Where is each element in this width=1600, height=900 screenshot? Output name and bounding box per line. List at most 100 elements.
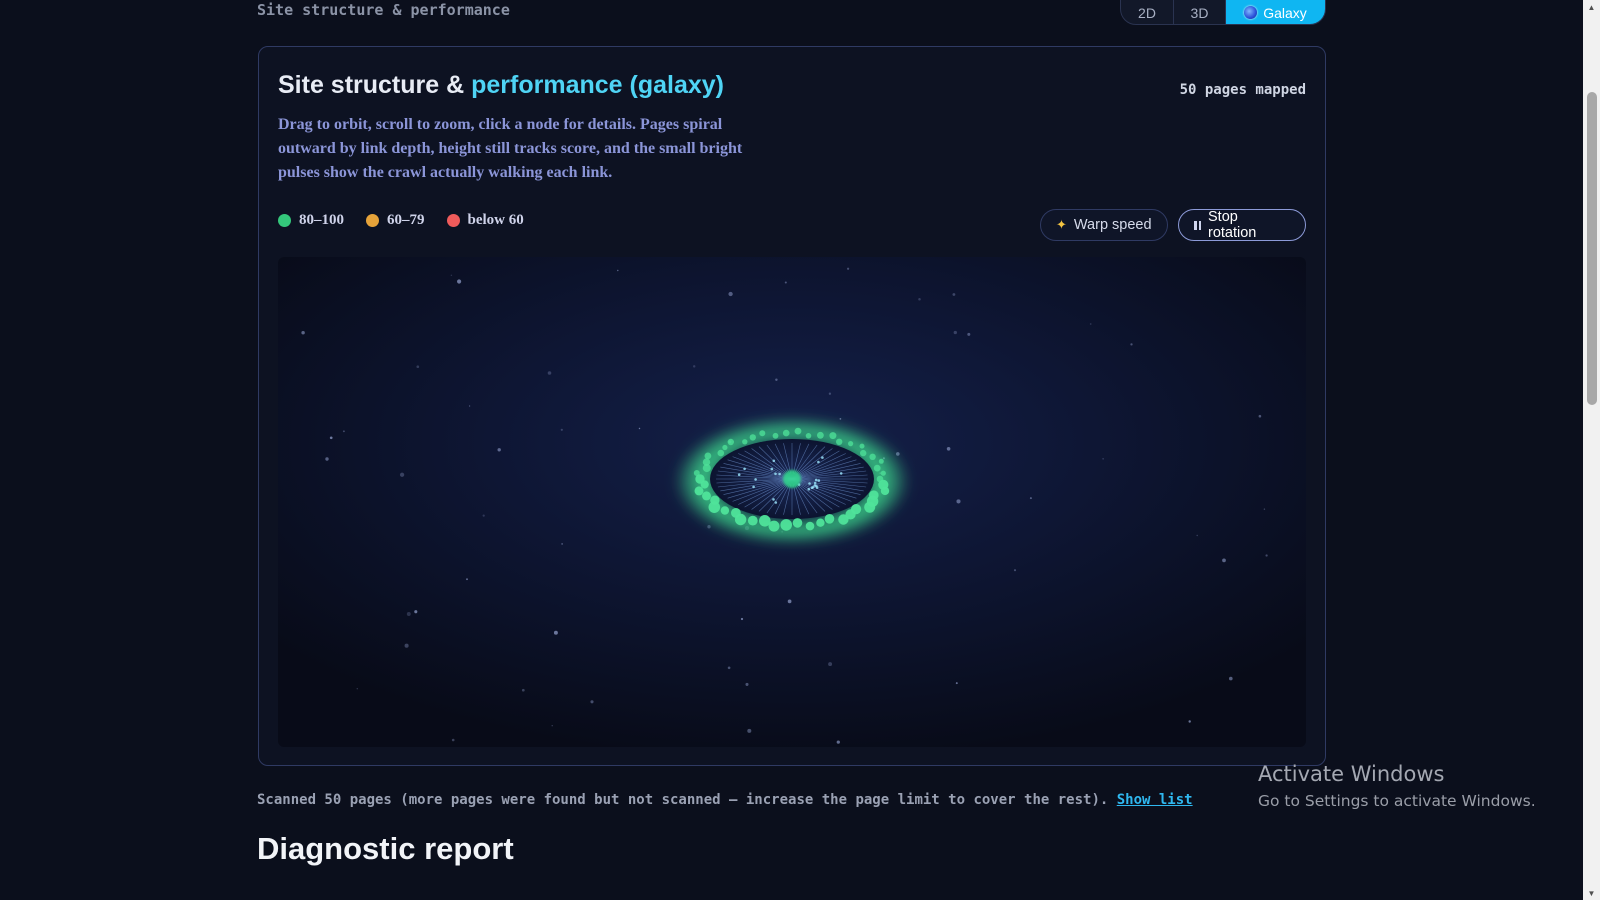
view-2d-button[interactable]: 2D	[1121, 0, 1173, 24]
page-node[interactable]	[772, 432, 779, 439]
star	[329, 436, 333, 440]
scroll-thumb[interactable]	[1587, 92, 1597, 405]
crawl-pulse	[814, 478, 818, 482]
page-node[interactable]	[694, 486, 704, 496]
watermark-line2: Go to Settings to activate Windows.	[1258, 792, 1536, 810]
page-node[interactable]	[792, 518, 803, 528]
crawl-pulse	[808, 482, 811, 485]
page-node[interactable]	[722, 444, 728, 451]
page-node[interactable]	[817, 431, 824, 439]
card-title-accent: performance (galaxy)	[471, 71, 724, 99]
page-node[interactable]	[805, 521, 815, 531]
page-node[interactable]	[836, 438, 843, 445]
page-node[interactable]	[829, 432, 837, 440]
page-node[interactable]	[873, 464, 881, 472]
star	[953, 330, 957, 335]
page-node[interactable]	[727, 438, 734, 446]
page-node[interactable]	[717, 449, 725, 457]
page-node[interactable]	[731, 508, 741, 518]
sparkle-icon: ✦	[1056, 217, 1067, 232]
page-node[interactable]	[710, 495, 720, 505]
page-node[interactable]	[860, 449, 867, 457]
star	[967, 332, 971, 336]
view-galaxy-button[interactable]: Galaxy	[1225, 0, 1325, 24]
page-node[interactable]	[848, 441, 854, 447]
star	[692, 365, 696, 368]
show-list-link[interactable]: Show list	[1117, 792, 1193, 808]
scroll-down-icon[interactable]: ▼	[1583, 886, 1600, 900]
star	[846, 267, 850, 270]
star	[775, 378, 778, 382]
star	[740, 617, 744, 621]
star	[828, 662, 833, 667]
scroll-up-icon[interactable]: ▲	[1583, 0, 1600, 14]
page-node[interactable]	[880, 486, 890, 496]
page-node[interactable]	[702, 491, 711, 501]
crawl-pulse	[778, 472, 781, 476]
view-galaxy-label: Galaxy	[1263, 4, 1307, 21]
page-node[interactable]	[749, 434, 756, 441]
star	[466, 578, 468, 581]
star	[1102, 458, 1104, 460]
page-node[interactable]	[859, 443, 865, 449]
page-node[interactable]	[720, 506, 730, 515]
star	[560, 428, 563, 431]
galaxy-controls: ✦ Warp speed Stop rotation	[1040, 209, 1306, 241]
page-node[interactable]	[782, 429, 790, 437]
galaxy-svg[interactable]	[278, 257, 1306, 747]
page-node[interactable]	[838, 514, 849, 525]
page-node[interactable]	[702, 458, 711, 466]
page-node[interactable]	[824, 514, 835, 524]
star	[839, 418, 842, 420]
page-node[interactable]	[864, 501, 876, 513]
star	[553, 630, 558, 635]
page-scrollbar[interactable]: ▲ ▼	[1583, 0, 1600, 900]
page-node[interactable]	[869, 453, 876, 460]
legend-label: 60–79	[387, 212, 425, 228]
page-node[interactable]	[780, 519, 792, 531]
star	[617, 269, 619, 272]
star	[301, 330, 305, 335]
star	[747, 728, 752, 733]
page-node[interactable]	[693, 470, 700, 476]
star	[638, 427, 641, 430]
galaxy-card: Site structure & performance (galaxy) 50…	[258, 46, 1326, 766]
star	[952, 293, 956, 296]
page-node[interactable]	[794, 427, 802, 435]
star	[325, 457, 329, 461]
page-node[interactable]	[880, 470, 886, 476]
star	[482, 514, 485, 517]
star	[787, 599, 792, 604]
star	[404, 643, 409, 648]
page-node[interactable]	[759, 515, 771, 527]
page-node[interactable]	[805, 433, 812, 439]
page-node[interactable]	[878, 458, 884, 464]
card-description: Drag to orbit, scroll to zoom, click a n…	[278, 116, 743, 181]
star	[547, 371, 552, 375]
page-node[interactable]	[816, 518, 825, 527]
star	[356, 687, 359, 690]
scan-note-text: Scanned 50 pages (more pages were found …	[257, 792, 1117, 808]
star	[836, 740, 840, 744]
view-3d-button[interactable]: 3D	[1173, 0, 1225, 24]
star	[468, 405, 471, 407]
star	[450, 274, 453, 277]
legend-label: below 60	[467, 212, 524, 228]
warp-speed-button[interactable]: ✦ Warp speed	[1040, 209, 1168, 241]
star	[590, 700, 594, 704]
crawl-pulse	[743, 467, 746, 471]
stop-rotation-button[interactable]: Stop rotation	[1178, 209, 1306, 241]
page-node[interactable]	[704, 452, 712, 460]
page-node[interactable]	[747, 515, 758, 526]
page-node[interactable]	[742, 439, 748, 445]
root-node[interactable]	[783, 470, 801, 488]
page-node[interactable]	[759, 430, 766, 437]
crawl-pulse	[752, 485, 755, 489]
crawl-pulse	[821, 456, 824, 459]
view-toggle: 2D 3D Galaxy	[1120, 0, 1326, 25]
star	[1222, 558, 1226, 563]
crawl-pulse	[737, 473, 741, 476]
galaxy-canvas[interactable]	[278, 257, 1306, 747]
legend-dot-orange	[366, 214, 379, 227]
star	[457, 279, 462, 284]
